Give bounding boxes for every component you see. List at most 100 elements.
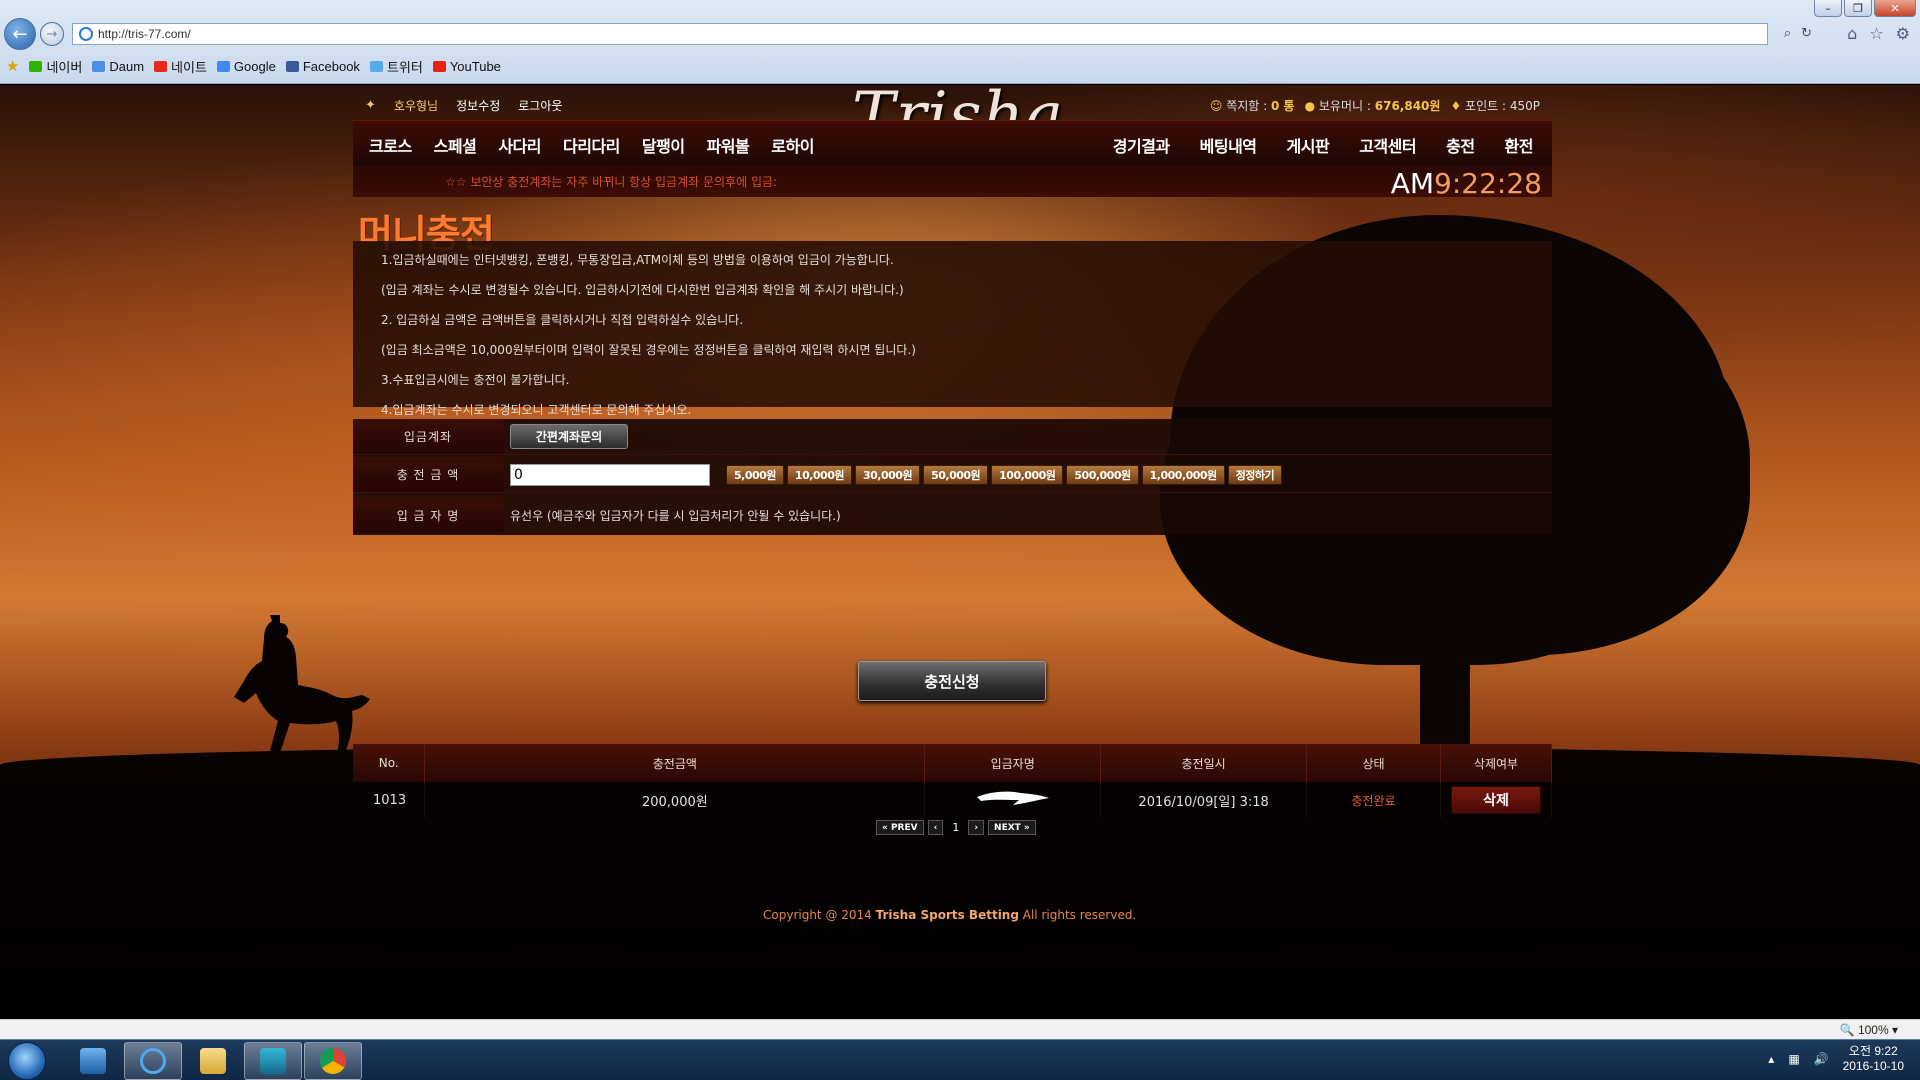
edit-info-link[interactable]: 정보수정 <box>456 97 500 114</box>
nav-item[interactable]: 파워볼 <box>696 133 761 157</box>
folder-icon <box>200 1048 226 1074</box>
address-text[interactable]: http://tris-77.com/ <box>98 27 191 41</box>
browser-chrome: – ❐ ✕ ← → http://tris-77.com/ ⌕ ↻ ⌂ ☆ ⚙ … <box>0 0 1920 84</box>
page-number[interactable]: 1 <box>947 821 964 834</box>
home-icon[interactable]: ⌂ <box>1847 24 1857 43</box>
favorites-star-icon[interactable]: ☆ <box>1869 24 1883 43</box>
close-button[interactable]: ✕ <box>1874 0 1916 17</box>
favorite-item[interactable]: Daum <box>92 57 144 76</box>
table-header-row: No. 충전금액 입금자명 충전일시 상태 삭제여부 <box>353 744 1553 782</box>
system-tray: ▴ ▦ 🔊 오전 9:22 2016-10-10 <box>1768 1044 1904 1074</box>
cell-depositor <box>924 782 1102 818</box>
amount-row: 충 전 금 액 5,000원10,000원30,000원50,000원100,0… <box>353 457 1552 493</box>
amount-preset-button[interactable]: 50,000원 <box>923 464 989 485</box>
prev-page-button[interactable]: « PREV <box>876 820 924 835</box>
amount-preset-button[interactable]: 500,000원 <box>1066 464 1139 485</box>
nav-item[interactable]: 베팅내역 <box>1185 133 1272 157</box>
nav-item[interactable]: 사다리 <box>487 133 552 157</box>
tray-expand-icon[interactable]: ▴ <box>1768 1052 1774 1066</box>
column-header: No. <box>353 744 426 782</box>
forward-button[interactable]: → <box>40 22 64 46</box>
favorite-item[interactable]: YouTube <box>432 57 501 76</box>
restore-button[interactable]: ❐ <box>1844 0 1872 17</box>
favorites-bar: ★ 네이버 Daum 네이트 Google Facebook 트위터 YouTube <box>0 50 1920 82</box>
cell-datetime: 2016/10/09[일] 3:18 <box>1100 782 1308 818</box>
ie-icon <box>140 1048 166 1074</box>
monitor-icon <box>80 1048 106 1074</box>
network-icon[interactable]: ▦ <box>1788 1052 1799 1066</box>
pagination: « PREV ‹ 1 › NEXT » <box>876 820 1036 835</box>
status-bar: 🔍 100% ▾ <box>0 1019 1920 1039</box>
reset-amount-button[interactable]: 정정하기 <box>1227 464 1283 485</box>
favorite-item[interactable]: Facebook <box>285 57 360 76</box>
money-info: ● 보유머니 : 676,840원 <box>1304 99 1441 113</box>
amount-preset-button[interactable]: 30,000원 <box>855 464 921 485</box>
clock-ampm: AM <box>1390 167 1435 200</box>
page-content: ✦ 호우형님 정보수정 로그아웃 Trisha ☺ 쪽지함 : 0 통 ● 보유… <box>0 85 1920 1019</box>
user-info: ☺ 쪽지함 : 0 통 ● 보유머니 : 676,840원 ♦ 포인트 : 45… <box>1210 97 1540 114</box>
nav-item[interactable]: 경기결과 <box>1098 133 1185 157</box>
favorite-item[interactable]: Google <box>216 57 276 76</box>
search-icon[interactable]: ⌕ <box>1784 26 1791 41</box>
refresh-icon[interactable]: ↻ <box>1801 26 1812 41</box>
column-header: 충전일시 <box>1100 744 1308 782</box>
zoom-control[interactable]: 🔍 100% ▾ <box>1840 1023 1898 1037</box>
nav-item[interactable]: 게시판 <box>1272 133 1345 157</box>
next-page-button[interactable]: NEXT » <box>988 820 1036 835</box>
nav-item[interactable]: 환전 <box>1490 133 1548 157</box>
taskbar-ie-app[interactable] <box>124 1042 182 1080</box>
favorite-item[interactable]: 트위터 <box>369 57 423 76</box>
copyright: Copyright @ 2014 Trisha Sports Betting A… <box>763 908 1137 922</box>
column-header: 상태 <box>1306 744 1441 782</box>
favorite-site-icon <box>369 60 383 72</box>
taskbar-desktop-app[interactable] <box>64 1042 122 1080</box>
nav-item[interactable]: 스페셜 <box>423 133 488 157</box>
start-button[interactable] <box>8 1042 46 1080</box>
nav-item[interactable]: 다리다리 <box>552 133 631 157</box>
favorite-site-icon <box>216 60 230 72</box>
nav-item[interactable]: 달팽이 <box>631 133 696 157</box>
coin-icon: ● <box>1304 99 1316 113</box>
charge-form: 입금계좌 간편계좌문의 충 전 금 액 5,000원10,000원30,000원… <box>353 419 1552 535</box>
clock-time: 9:22:28 <box>1434 167 1542 200</box>
amount-preset-button[interactable]: 100,000원 <box>991 464 1064 485</box>
taskbar-explorer-app[interactable] <box>184 1042 242 1080</box>
add-favorite-star-icon[interactable]: ★ <box>6 57 19 75</box>
amount-preset-button[interactable]: 1,000,000원 <box>1141 464 1225 485</box>
logout-link[interactable]: 로그아웃 <box>518 97 562 114</box>
nav-item[interactable]: 충전 <box>1431 133 1489 157</box>
delete-button[interactable]: 삭제 <box>1450 786 1541 814</box>
prev-arrow-button[interactable]: ‹ <box>927 820 944 835</box>
volume-icon[interactable]: 🔊 <box>1814 1052 1829 1066</box>
amount-input[interactable] <box>510 463 710 486</box>
account-inquiry-button[interactable]: 간편계좌문의 <box>510 424 628 449</box>
messages-info[interactable]: ☺ 쪽지함 : 0 통 <box>1210 97 1295 114</box>
favorite-label: Daum <box>109 58 145 74</box>
taskbar-mult-app[interactable] <box>244 1042 302 1080</box>
charge-submit-button[interactable]: 충전신청 <box>858 661 1046 701</box>
amount-preset-button[interactable]: 5,000원 <box>726 464 784 485</box>
address-bar[interactable]: http://tris-77.com/ <box>72 23 1768 45</box>
instructions-box: 1.입금하실때에는 인터넷뱅킹, 폰뱅킹, 무통장입금,ATM이체 등의 방법을… <box>353 241 1552 417</box>
back-button[interactable]: ← <box>4 18 36 50</box>
nav-games: 크로스 스페셜 사다리 다리다리 달팽이 파워볼 로하이 <box>358 133 825 157</box>
favorite-item[interactable]: 네이버 <box>29 57 82 76</box>
cell-status: 충전완료 <box>1306 782 1441 818</box>
minimize-button[interactable]: – <box>1814 0 1842 17</box>
account-label: 입금계좌 <box>353 419 503 454</box>
account-row: 입금계좌 간편계좌문의 <box>353 419 1552 455</box>
gear-icon[interactable]: ⚙ <box>1896 24 1910 43</box>
tray-clock[interactable]: 오전 9:22 2016-10-10 <box>1843 1044 1904 1074</box>
notice-marquee: ☆☆ 보안상 충전계좌는 자주 바뀌니 항상 입금계좌 문의후에 입금: <box>445 175 778 189</box>
next-arrow-button[interactable]: › <box>968 820 985 835</box>
nav-item[interactable]: 로하이 <box>760 133 825 157</box>
mult-icon <box>260 1048 286 1074</box>
nav-item[interactable]: 크로스 <box>358 133 423 157</box>
favorite-site-icon <box>154 60 168 72</box>
cell-no: 1013 <box>353 782 426 818</box>
favorite-item[interactable]: 네이트 <box>154 57 207 76</box>
amount-preset-button[interactable]: 10,000원 <box>786 464 852 485</box>
favorite-label: 네이버 <box>46 59 83 75</box>
taskbar-chrome-app[interactable] <box>304 1042 362 1080</box>
nav-item[interactable]: 고객센터 <box>1344 133 1431 157</box>
